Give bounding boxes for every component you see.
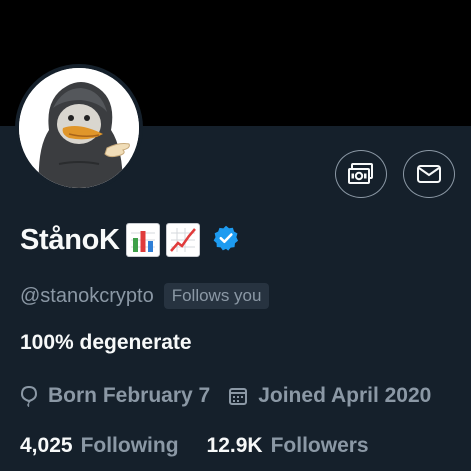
following-link[interactable]: 4,025 Following <box>20 434 179 458</box>
avatar-image <box>19 68 139 188</box>
followers-link[interactable]: 12.9K Followers <box>207 434 369 458</box>
display-name: StånoK <box>20 223 120 256</box>
following-count: 4,025 <box>20 434 73 457</box>
profile-bio: 100% degenerate <box>20 331 192 354</box>
handle-row: @stanokcrypto Follows you <box>20 283 270 309</box>
envelope-icon <box>417 165 441 183</box>
followers-count: 12.9K <box>206 434 263 457</box>
follow-stats: 4,025 Following 12.9K Followers <box>20 431 369 461</box>
message-button[interactable] <box>403 150 455 198</box>
following-label: Following <box>80 434 179 457</box>
bar-chart-emoji <box>125 223 160 257</box>
money-icon <box>348 163 373 184</box>
joined-item: Joined April 2020 <box>228 384 431 408</box>
followers-label: Followers <box>270 434 369 457</box>
tip-button[interactable] <box>335 150 387 198</box>
verified-badge-icon[interactable] <box>212 224 240 257</box>
birthday-text: Born February 7 <box>48 384 211 407</box>
chart-increasing-emoji <box>165 223 200 257</box>
birthday-item: Born February 7 <box>20 384 210 408</box>
name-row: StånoK <box>20 220 240 260</box>
username-handle: @stanokcrypto <box>20 284 154 307</box>
balloon-icon <box>20 385 38 407</box>
profile-meta: Born February 7 Joined April 2020 <box>20 381 431 411</box>
profile-avatar[interactable] <box>15 64 143 192</box>
duck-hoodie-avatar <box>19 68 139 188</box>
calendar-icon <box>229 388 248 405</box>
joined-text: Joined April 2020 <box>258 384 432 407</box>
follows-you-badge: Follows you <box>163 283 270 309</box>
